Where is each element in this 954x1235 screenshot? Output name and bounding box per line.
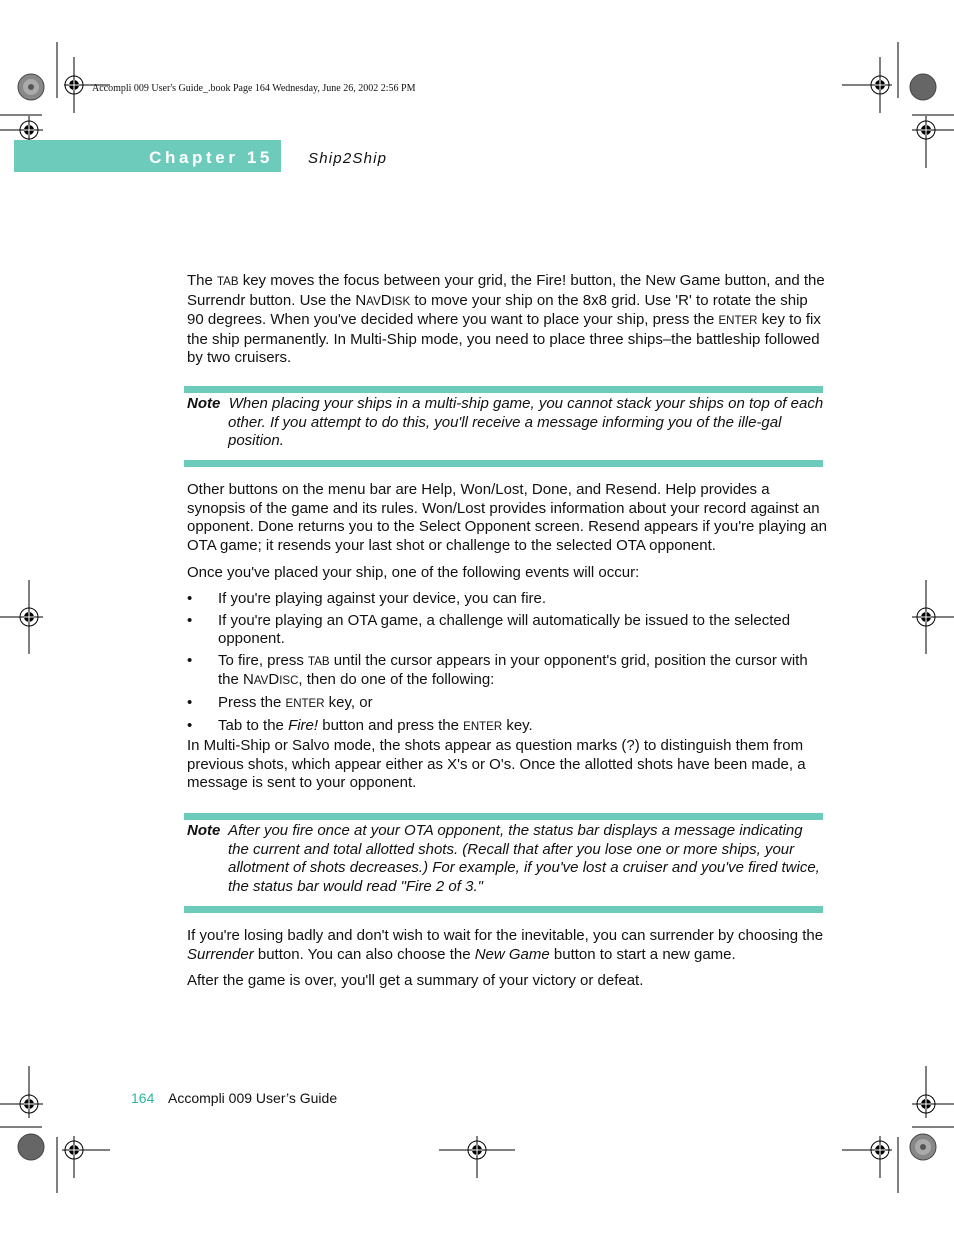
chapter-banner: Chapter 15: [14, 140, 281, 172]
registration-target-icon: [912, 580, 954, 654]
print-slug-line: Accompli 009 User's Guide_.book Page 164…: [92, 83, 416, 94]
note-rule-top: [184, 813, 823, 820]
registration-target-icon: [842, 57, 892, 113]
registration-target-icon: [0, 580, 43, 654]
note-rule-bottom: [184, 460, 823, 467]
list-item: • Press the ENTER key, or: [187, 694, 827, 714]
note-rule-bottom: [184, 906, 823, 913]
registration-target-icon: [912, 116, 954, 168]
registration-target-icon: [62, 1136, 110, 1178]
note-block: Note After you fire once at your OTA opp…: [187, 822, 827, 896]
note-rule-top: [184, 386, 823, 393]
color-target-icon: [17, 1133, 45, 1161]
note-label: Note: [187, 822, 221, 839]
paragraph-events-intro: Once you've placed your ship, one of the…: [187, 564, 640, 581]
list-item: • To fire, press TAB until the cursor ap…: [187, 652, 827, 691]
note-label: Note: [187, 395, 221, 412]
registration-target-icon: [64, 57, 110, 113]
event-list: • If you're playing against your device,…: [187, 590, 827, 739]
paragraph-controls: The TAB key moves the focus between your…: [187, 272, 825, 367]
running-footer-title: Accompli 009 User’s Guide: [168, 1090, 338, 1106]
color-target-icon: [909, 73, 937, 101]
bullet-icon: •: [187, 693, 193, 711]
note-block: Note When placing your ships in a multi-…: [187, 395, 827, 451]
bullet-icon: •: [187, 590, 193, 607]
crop-mark-icon: [0, 42, 954, 1193]
list-item: • Tab to the Fire! button and press the …: [187, 717, 827, 737]
page-number: 164: [131, 1090, 155, 1106]
note-text: After you fire once at your OTA opponent…: [228, 822, 820, 895]
registration-target-icon: [912, 1066, 954, 1118]
bullet-icon: •: [187, 716, 193, 734]
registration-target-icon: [439, 1136, 515, 1178]
list-item: • If you're playing an OTA game, a chall…: [187, 611, 791, 648]
color-target-icon: [17, 73, 45, 101]
registration-target-icon: [0, 1066, 43, 1118]
list-item: • If you're playing against your device,…: [187, 590, 547, 607]
bullet-icon: •: [187, 611, 193, 629]
paragraph-menu-bar: Other buttons on the menu bar are Help, …: [187, 481, 827, 554]
paragraph-summary: After the game is over, you'll get a sum…: [187, 972, 644, 989]
color-target-icon: [909, 1133, 937, 1161]
registration-target-icon: [0, 116, 43, 168]
registration-target-icon: [842, 1136, 892, 1178]
chapter-label: Chapter 15: [149, 148, 273, 167]
bullet-icon: •: [187, 651, 193, 669]
note-text: When placing your ships in a multi-ship …: [228, 395, 824, 450]
paragraph-salvo-mode: In Multi-Ship or Salvo mode, the shots a…: [187, 737, 806, 792]
paragraph-surrender: If you're losing badly and don't wish to…: [187, 927, 824, 963]
chapter-title: Ship2Ship: [308, 150, 388, 167]
